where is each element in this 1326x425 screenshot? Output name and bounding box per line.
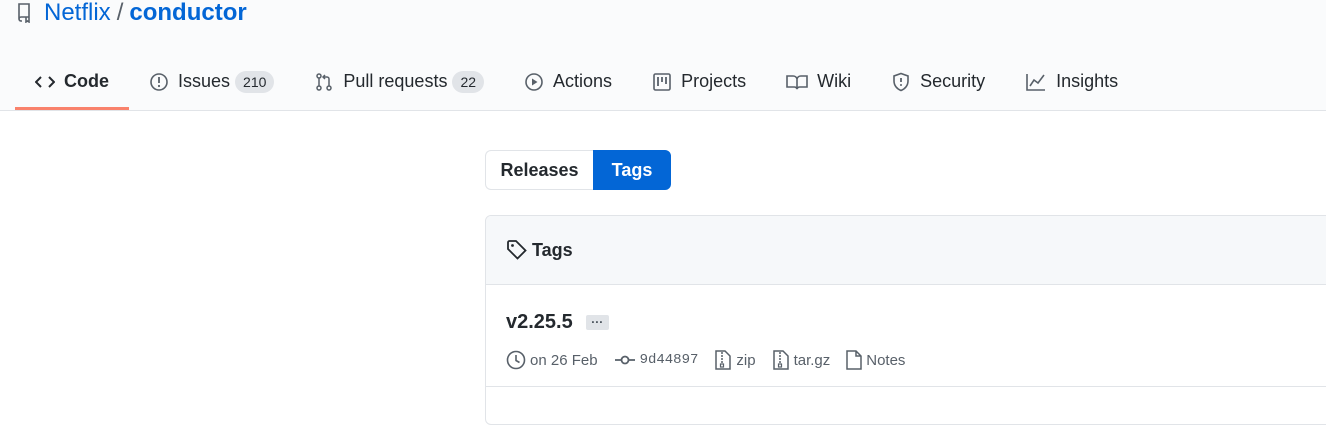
tab-wiki[interactable]: Wiki <box>766 56 871 110</box>
play-icon <box>525 72 543 91</box>
tags-box-header: Tags <box>486 216 1326 285</box>
tab-insights-label: Insights <box>1056 71 1119 91</box>
tab-wiki-label: Wiki <box>817 71 852 91</box>
releases-tab[interactable]: Releases <box>485 150 593 190</box>
tag-date: on 26 Feb <box>506 350 598 370</box>
tag-targz-label: tar.gz <box>793 351 831 369</box>
code-icon <box>35 75 55 88</box>
tag-commit-link[interactable]: 9d44897 <box>614 352 699 368</box>
tag-details-toggle[interactable]: ··· <box>585 314 609 330</box>
project-icon <box>653 72 671 91</box>
issue-icon <box>150 72 168 91</box>
issues-count-badge: 210 <box>235 70 275 93</box>
tag-commit-sha: 9d44897 <box>639 352 699 368</box>
shield-icon <box>893 72 909 91</box>
commit-icon <box>614 355 635 365</box>
repo-nav: Code Issues 210 Pull requests 22 Actions… <box>15 56 1138 110</box>
tab-security-label: Security <box>920 71 986 91</box>
tags-box: Tags v2.25.5 ··· on 26 Feb 9d44897 zip t… <box>485 215 1326 425</box>
tag-icon <box>507 240 527 260</box>
tab-code[interactable]: Code <box>15 56 129 110</box>
tags-box-title: Tags <box>532 239 573 260</box>
graph-icon <box>1026 73 1046 91</box>
tab-code-label: Code <box>64 71 109 91</box>
file-zip-icon <box>772 350 789 370</box>
file-zip-icon <box>715 350 732 370</box>
repo-separator: / <box>116 0 124 26</box>
repo-owner-link[interactable]: Netflix <box>44 0 111 27</box>
repo-header: Netflix / conductor Code Issues 210 Pull… <box>0 0 1326 111</box>
tag-zip-link[interactable]: zip <box>714 350 756 370</box>
repo-title: Netflix / conductor <box>16 0 247 30</box>
tab-insights[interactable]: Insights <box>1005 56 1138 110</box>
releases-tags-switch: Releases Tags <box>485 150 671 190</box>
repo-icon <box>18 3 30 23</box>
tag-targz-link[interactable]: tar.gz <box>772 350 831 370</box>
tab-issues-label: Issues <box>178 71 231 91</box>
book-icon <box>786 74 808 89</box>
tag-notes-link[interactable]: Notes <box>846 350 905 370</box>
tags-tab[interactable]: Tags <box>593 150 671 190</box>
pulls-count-badge: 22 <box>452 70 485 93</box>
tag-name-link[interactable]: v2.25.5 <box>506 311 573 334</box>
tab-projects[interactable]: Projects <box>632 56 766 110</box>
repo-name-link[interactable]: conductor <box>129 0 246 27</box>
file-icon <box>846 350 862 370</box>
clock-icon <box>506 350 526 370</box>
tag-meta: on 26 Feb 9d44897 zip tar.gz Notes <box>506 349 1324 371</box>
tag-date-text: on 26 Feb <box>530 351 598 369</box>
tab-pull-requests[interactable]: Pull requests 22 <box>294 56 504 110</box>
tag-zip-label: zip <box>736 351 756 369</box>
tab-actions-label: Actions <box>553 71 613 91</box>
tab-issues[interactable]: Issues 210 <box>129 56 294 110</box>
tab-pull-requests-label: Pull requests <box>343 71 448 91</box>
tag-item: v2.25.5 ··· on 26 Feb 9d44897 zip tar.gz… <box>486 285 1326 387</box>
tab-security[interactable]: Security <box>871 56 1005 110</box>
tab-projects-label: Projects <box>681 71 747 91</box>
tab-actions[interactable]: Actions <box>504 56 632 110</box>
pull-request-icon <box>316 72 333 91</box>
tag-notes-label: Notes <box>866 351 906 369</box>
